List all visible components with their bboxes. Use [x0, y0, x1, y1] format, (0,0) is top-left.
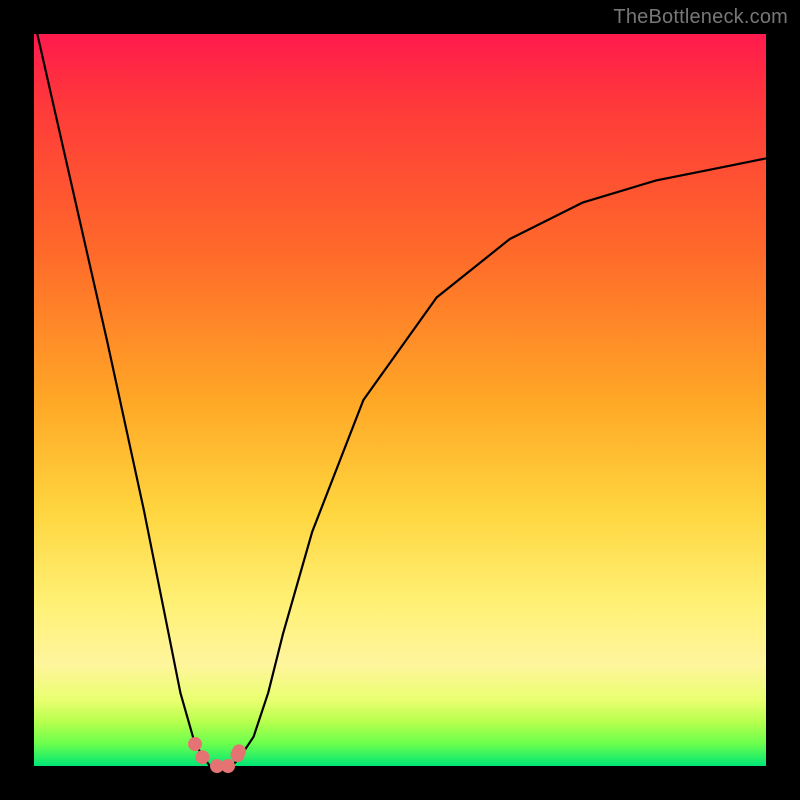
curve-marker	[195, 750, 209, 764]
curve-svg	[34, 34, 766, 766]
curve-marker	[188, 737, 202, 751]
plot-area	[34, 34, 766, 766]
watermark-text: TheBottleneck.com	[613, 6, 788, 29]
curve-marker	[232, 744, 246, 758]
bottleneck-curve	[34, 19, 766, 766]
marker-group	[188, 737, 246, 773]
chart-frame: TheBottleneck.com	[0, 0, 800, 800]
curve-marker	[221, 759, 235, 773]
